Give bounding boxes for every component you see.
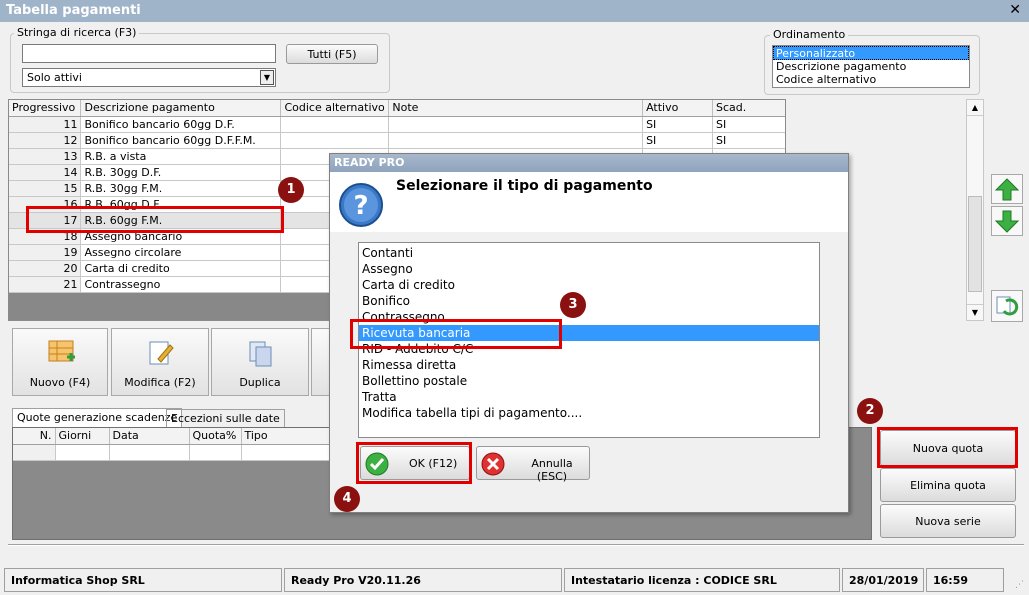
ordering-option[interactable]: Descrizione pagamento [773,60,969,73]
list-item[interactable]: Tratta [359,389,819,405]
annotation-box-new-quota [877,427,1018,468]
list-item[interactable]: Assegno [359,261,819,277]
list-item[interactable]: Modifica tabella tipi di pagamento.... [359,405,819,421]
col-days[interactable]: Giorni [55,428,110,445]
scroll-thumb[interactable] [968,196,982,292]
col-type[interactable]: Tipo [241,428,332,445]
list-item[interactable]: Carta di credito [359,277,819,293]
list-item[interactable]: Bollettino postale [359,373,819,389]
status-version: Ready Pro V20.11.26 [284,568,562,592]
list-item[interactable]: Rimessa diretta [359,357,819,373]
status-company: Informatica Shop SRL [4,568,282,592]
new-table-icon [48,340,75,362]
dialog-prompt: Selezionare il tipo di pagamento [396,178,653,194]
svg-text:?: ? [353,191,368,221]
duplicate-button[interactable]: Duplica [211,328,309,396]
dialog-title: READY PRO [330,154,848,172]
status-bar: Informatica Shop SRL Ready Pro V20.11.26… [4,568,1026,592]
edit-button-label: Modifica (F2) [124,376,196,389]
col-n[interactable]: N. [13,428,56,445]
close-icon[interactable]: ✕ [1009,2,1021,18]
edit-button[interactable]: Modifica (F2) [111,328,209,396]
status-license: Intestatario licenza : CODICE SRL [564,568,840,592]
move-up-button[interactable] [991,174,1023,204]
col-description[interactable]: Descrizione pagamento [80,100,282,117]
table-row[interactable]: 12 Bonifico bancario 60gg D.F.F.M. SI SI [9,132,785,149]
annotation-box-row [26,206,284,233]
grid-scrollbar[interactable]: ▲ ▼ [966,99,984,321]
cancel-icon [481,452,505,476]
edit-icon [149,341,174,365]
col-active[interactable]: Attivo [642,100,714,117]
refresh-button[interactable] [991,290,1023,322]
arrow-down-icon [994,210,1020,233]
cancel-button-label: Annulla (ESC) [531,457,573,483]
grid-header: Progressivo Descrizione pagamento Codice… [9,100,785,117]
status-time: 16:59 [926,568,1004,592]
window-title-bar: Tabella pagamenti [0,0,1029,22]
question-icon: ? [339,183,383,227]
all-button[interactable]: Tutti (F5) [286,44,378,64]
col-notes[interactable]: Note [388,100,644,117]
col-progressive[interactable]: Progressivo [9,100,82,117]
quote-grid-header: N. Giorni Data Quota% Tipo [13,428,332,445]
tab-quote-generation[interactable]: Quote generazione scadenze [12,408,183,427]
chevron-down-icon[interactable]: ▼ [260,70,274,85]
list-item[interactable]: Contanti [359,245,819,261]
move-down-button[interactable] [991,206,1023,236]
search-input[interactable] [22,44,276,63]
arrow-up-icon [994,178,1020,201]
ordering-list[interactable]: Personalizzato Descrizione pagamento Cod… [772,45,970,88]
delete-quota-button[interactable]: Elimina quota [880,468,1016,502]
col-date[interactable]: Data [109,428,190,445]
divider [8,544,1024,546]
new-button[interactable]: Nuovo (F4) [12,328,108,396]
annotation-badge-1: 1 [278,177,304,203]
annotation-box-ok [356,442,472,484]
list-item[interactable]: Bonifico [359,293,819,309]
resize-grip-icon[interactable]: ⋰ [1015,580,1024,590]
annotation-badge-2: 2 [857,398,883,424]
scroll-up-icon[interactable]: ▲ [967,100,983,116]
refresh-icon [996,296,1019,316]
table-row[interactable]: 11 Bonifico bancario 60gg D.F. SI SI [9,116,785,133]
col-scad[interactable]: Scad. [712,100,785,117]
ordering-group-label: Ordinamento [770,28,849,41]
duplicate-button-label: Duplica [239,376,281,389]
window-title: Tabella pagamenti [6,3,141,18]
annotation-badge-4: 4 [334,486,360,512]
cancel-button[interactable]: Annulla (ESC) [476,446,590,483]
duplicate-icon [249,341,272,367]
ordering-option[interactable]: Personalizzato [773,46,969,60]
new-series-button[interactable]: Nuova serie [880,504,1016,538]
ordering-option[interactable]: Codice alternativo [773,73,969,86]
col-alt-code[interactable]: Codice alternativo [280,100,390,117]
status-date: 28/01/2019 [842,568,924,592]
annotation-box-list-item [350,319,562,349]
annotation-badge-3: 3 [560,292,586,318]
table-row[interactable] [13,444,332,461]
filter-select[interactable]: Solo attivi [22,68,276,87]
search-group-label: Stringa di ricerca (F3) [14,26,140,39]
payment-type-dialog: READY PRO ? Selezionare il tipo di pagam… [329,153,849,513]
tab-date-exceptions[interactable]: Eccezioni sulle date [166,409,285,427]
scroll-down-icon[interactable]: ▼ [967,304,983,320]
toolbar-button-partial[interactable] [311,328,331,396]
col-quota[interactable]: Quota% [189,428,242,445]
new-button-label: Nuovo (F4) [29,376,91,389]
